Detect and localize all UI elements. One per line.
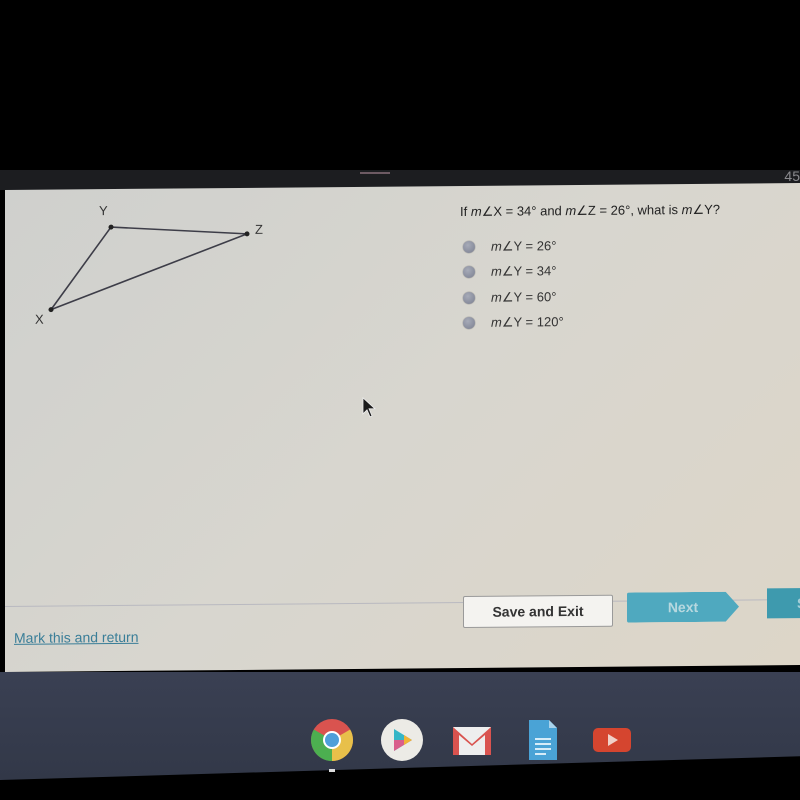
answer-option[interactable]: m∠Y = 120° — [463, 310, 564, 336]
answer-options: m∠Y = 26° m∠Y = 34° m∠Y = 60° m∠Y = 120° — [463, 233, 564, 336]
header-indicator — [360, 172, 390, 174]
play-store-icon — [381, 719, 423, 761]
docs-app[interactable] — [520, 718, 564, 762]
option-label: m∠Y = 34° — [491, 263, 557, 280]
gmail-icon — [453, 727, 491, 755]
vertex-z-label: Z — [255, 221, 263, 237]
chrome-icon — [310, 719, 354, 761]
next-button[interactable]: Next — [627, 592, 739, 623]
app-dock — [310, 718, 634, 772]
vertex-x-label: X — [35, 311, 44, 327]
docs-icon — [529, 720, 557, 760]
radio-button[interactable] — [463, 266, 475, 279]
option-label: m∠Y = 26° — [491, 237, 557, 254]
youtube-icon — [593, 728, 631, 752]
question-text: If m∠X = 34° and m∠Z = 26°, what is m∠Y? — [460, 201, 721, 220]
vertex-y-label: Y — [99, 203, 108, 219]
radio-button[interactable] — [463, 240, 475, 253]
vertex-x-point — [48, 307, 54, 313]
play-store-app[interactable] — [380, 718, 424, 762]
option-label: m∠Y = 120° — [491, 314, 564, 331]
triangle-figure: X Y Z — [5, 188, 285, 330]
radio-button[interactable] — [463, 317, 475, 330]
timer-text: 45 — [784, 168, 800, 184]
side-xz — [50, 233, 248, 311]
answer-option[interactable]: m∠Y = 60° — [463, 284, 564, 310]
option-label: m∠Y = 60° — [491, 288, 557, 305]
question-panel: X Y Z If m∠X = 34° and m∠Z = 26°, what i… — [5, 183, 800, 672]
answer-option[interactable]: m∠Y = 26° — [463, 233, 564, 259]
active-indicator — [329, 769, 335, 772]
triangle-svg — [48, 224, 250, 313]
submit-button[interactable]: S — [767, 587, 800, 619]
answer-option[interactable]: m∠Y = 34° — [463, 259, 564, 285]
vertex-z-point — [244, 231, 250, 237]
side-yz — [110, 226, 248, 235]
vertex-y-point — [108, 224, 114, 230]
mark-and-return-link[interactable]: Mark this and return — [14, 629, 139, 646]
youtube-app[interactable] — [590, 718, 634, 762]
chrome-app[interactable] — [310, 718, 354, 772]
gmail-app[interactable] — [450, 718, 494, 762]
save-and-exit-button[interactable]: Save and Exit — [463, 594, 613, 629]
radio-button[interactable] — [463, 291, 475, 304]
mouse-cursor-icon — [362, 396, 377, 418]
